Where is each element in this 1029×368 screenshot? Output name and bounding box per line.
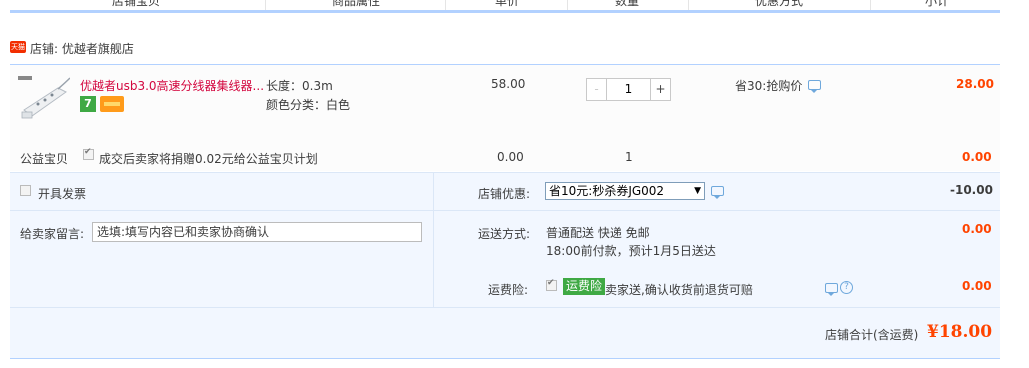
column-divider [433,172,434,307]
shipping-label: 运送方式: [478,227,531,241]
col-header-price: 单价 [495,0,520,8]
shop-name[interactable]: 店铺: 优越者旗舰店 [30,40,134,57]
shop-discount-label: 店铺优惠: [478,187,531,201]
header-underline [10,10,1000,13]
insurance-label: 运费险: [488,283,529,297]
col-header-qty: 数量 [615,0,640,8]
credit-card-icon[interactable] [100,96,124,112]
quantity-stepper: - 1 + [586,78,671,101]
col-header-subtotal: 小计 [925,0,950,8]
qty-plus-button[interactable]: + [650,79,670,100]
seller-message-input[interactable]: 选填:填写内容已和卖家协商确认 [92,222,422,242]
message-label: 给卖家留言: [20,227,85,241]
charity-label: 公益宝贝 [20,152,69,166]
header-divider [567,0,568,10]
sku-length: 长度：0.3m [266,79,333,93]
header-divider [688,0,689,10]
charity-text: 成交后卖家将捐赠0.02元给公益宝贝计划 [99,152,318,166]
charity-checkbox[interactable] [83,147,94,160]
shipping-amount: 0.00 [962,222,992,236]
qty-input[interactable]: 1 [607,79,650,100]
invoice-checkbox[interactable] [20,185,31,196]
shipping-eta: 18:00前付款，预计1月5日送达 [546,244,716,258]
shop-discount-value: 省10元:秒杀券JG002 [549,184,665,198]
shop-total-amount: ¥18.00 [927,322,993,342]
promo-text: 省30:抢购价 [735,79,803,93]
charity-price: 0.00 [497,150,524,164]
row-divider [10,307,1000,308]
header-divider [265,0,266,10]
charity-subtotal: 0.00 [962,150,992,164]
bottom-border [10,358,1000,359]
shop-discount-select[interactable]: 省10元:秒杀券JG002 ▼ [545,182,705,200]
product-title-link[interactable]: 优越者usb3.0高速分线器集线器... [80,77,264,94]
sku-color: 颜色分类：白色 [266,98,351,112]
shop-discount-amount: -10.00 [950,183,993,197]
chat-icon[interactable] [808,80,821,93]
invoice-label[interactable]: 开具发票 [38,185,86,202]
charity-quantity: 1 [625,150,633,164]
insurance-text: 卖家送,确认收货前退货可赔 [605,283,753,297]
col-header-attr: 商品属性 [332,0,381,8]
qty-minus-button[interactable]: - [587,79,607,100]
shop-total-label: 店铺合计(含运费) [825,328,919,342]
header-divider [870,0,871,10]
row-divider [10,210,1000,211]
col-header-item: 店铺宝贝 [112,0,161,8]
help-icon[interactable]: ? [840,281,853,294]
insurance-checkbox[interactable] [546,278,557,291]
tmall-shop-icon: 天猫 [10,41,26,53]
chat-icon[interactable] [711,186,724,199]
seven-day-return-icon[interactable]: 7 [80,96,96,112]
unit-price: 58.00 [491,77,526,91]
item-subtotal: 28.00 [956,77,994,91]
col-header-promo: 优惠方式 [755,0,804,8]
dropdown-arrow-icon: ▼ [694,186,701,196]
insurance-badge: 运费险 [563,278,606,295]
insurance-amount: 0.00 [962,279,992,293]
shipping-method: 普通配送 快递 免邮 [546,226,650,240]
chat-icon[interactable] [825,283,838,296]
product-thumbnail[interactable] [18,76,70,122]
header-divider [445,0,446,10]
